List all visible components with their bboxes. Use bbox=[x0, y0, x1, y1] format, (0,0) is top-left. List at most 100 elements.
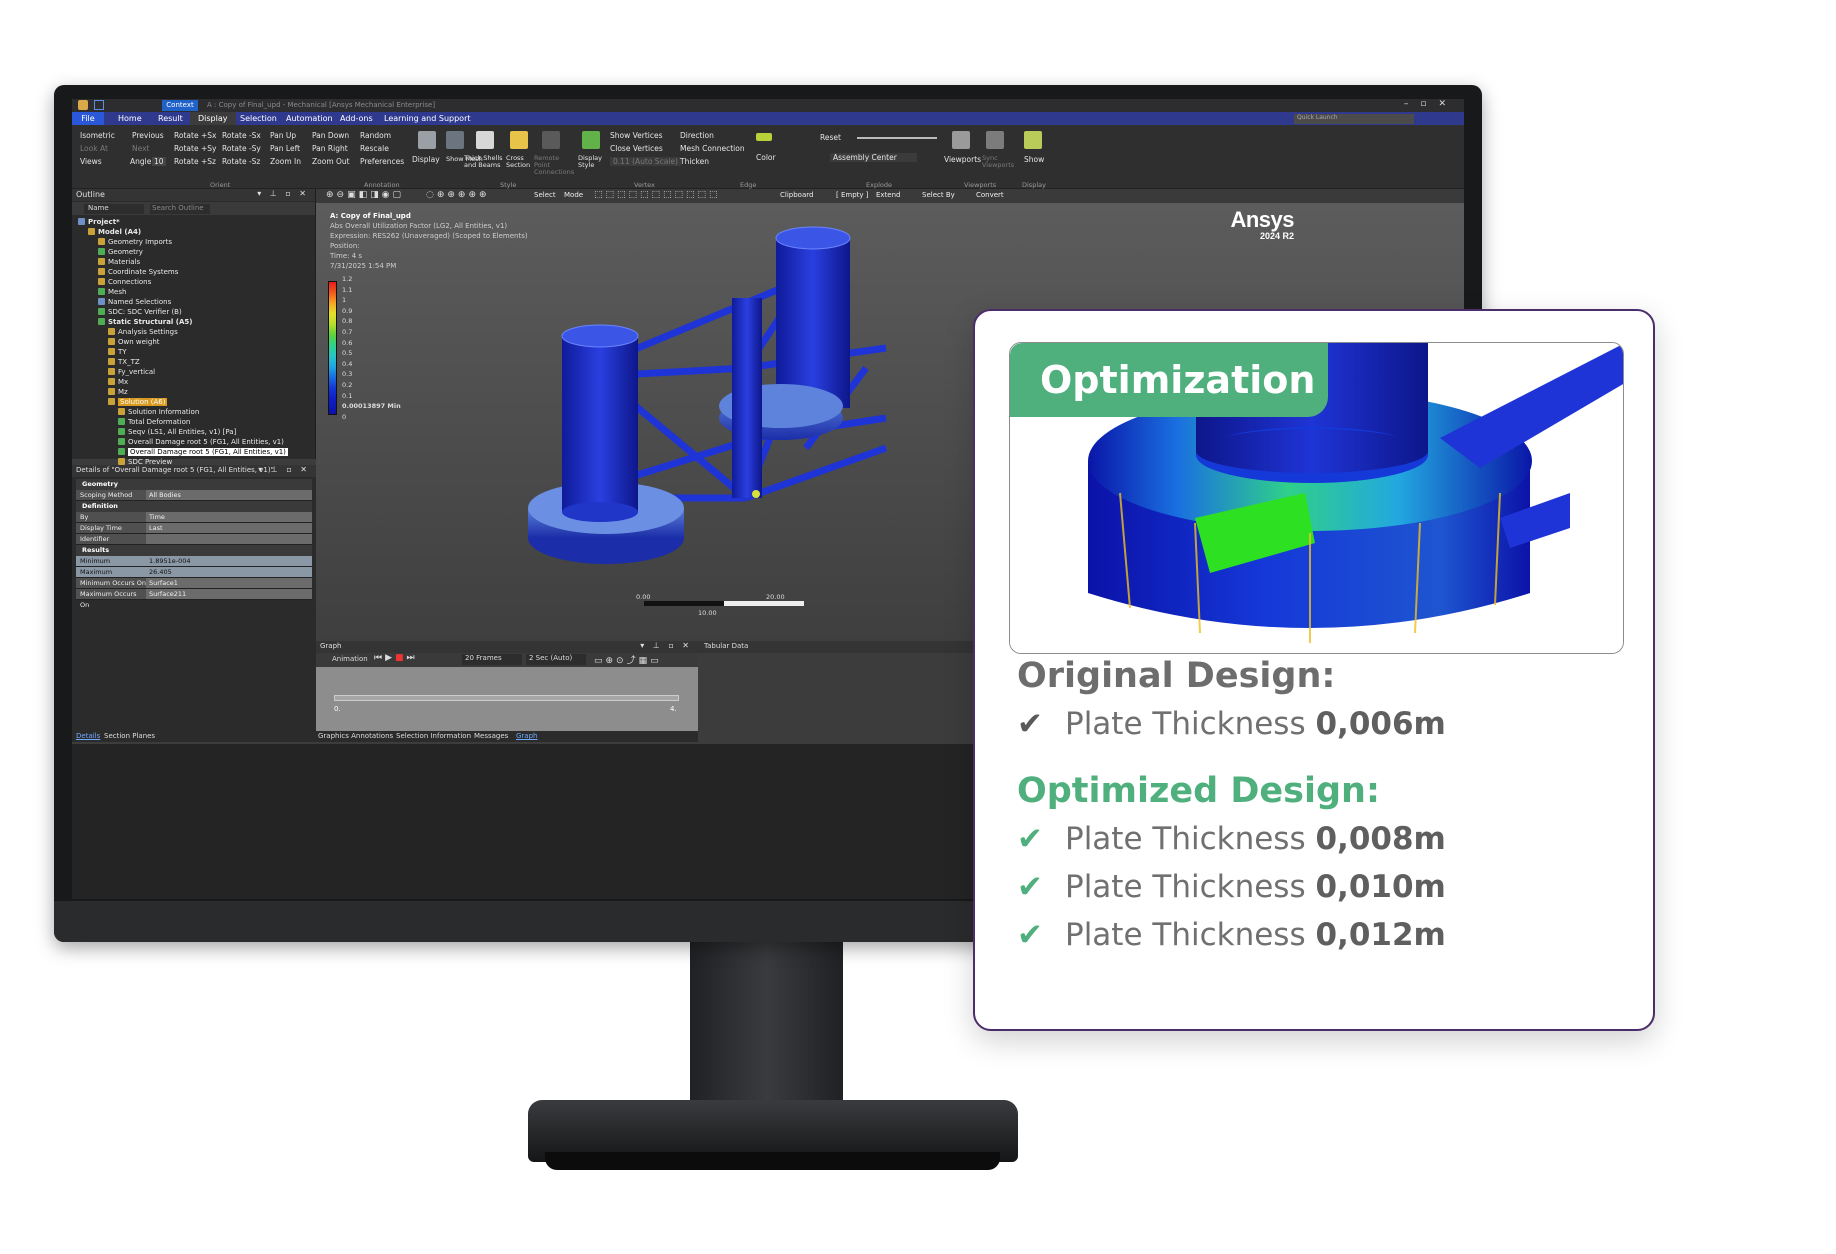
tree-item[interactable]: Overall Damage root 5 (FG1, All Entities… bbox=[78, 437, 288, 447]
tree-item[interactable]: Project* bbox=[78, 217, 288, 227]
tab-home[interactable]: Home bbox=[118, 114, 142, 123]
extend-button[interactable]: Extend bbox=[876, 191, 901, 199]
window-controls[interactable]: –▫✕ bbox=[1404, 99, 1458, 109]
tree-item[interactable]: Named Selections bbox=[78, 297, 288, 307]
tab-messages[interactable]: Messages bbox=[474, 732, 508, 740]
tree-item[interactable]: Coordinate Systems bbox=[78, 267, 288, 277]
tab-add-ons[interactable]: Add-ons bbox=[340, 114, 373, 123]
views-button[interactable]: Views bbox=[80, 157, 102, 166]
tab-details[interactable]: Details bbox=[76, 732, 100, 740]
rotate-neg-sy-button[interactable]: Rotate -Sy bbox=[222, 144, 261, 153]
random-button[interactable]: Random bbox=[360, 131, 391, 140]
pane-controls[interactable]: ▾ ⊥ ▫ ✕ bbox=[257, 189, 309, 198]
quick-launch-input[interactable]: Quick Launch bbox=[1294, 114, 1414, 124]
tree-item[interactable]: Static Structural (A5) bbox=[78, 317, 288, 327]
tree-item[interactable]: Mesh bbox=[78, 287, 288, 297]
tree-item[interactable]: Geometry Imports bbox=[78, 237, 288, 247]
details-row[interactable]: Minimum 1.8951e-004 bbox=[76, 556, 312, 567]
details-value[interactable]: Time bbox=[146, 512, 312, 522]
assembly-center-select[interactable]: Assembly Center bbox=[830, 153, 917, 162]
details-value[interactable]: Last bbox=[146, 523, 312, 533]
pan-left-button[interactable]: Pan Left bbox=[270, 144, 300, 153]
details-row[interactable]: By Time bbox=[76, 512, 312, 523]
details-section-header[interactable]: Definition bbox=[76, 501, 312, 512]
pan-up-button[interactable]: Pan Up bbox=[270, 131, 296, 140]
zoom-in-button[interactable]: Zoom In bbox=[270, 157, 301, 166]
cross-section-button[interactable]: Cross Section bbox=[506, 155, 532, 169]
angle-input[interactable]: 10 bbox=[152, 157, 166, 166]
quick-access-icon[interactable] bbox=[94, 100, 104, 110]
details-row[interactable]: Maximum Occurs On Surface211 bbox=[76, 589, 312, 609]
zoom-out-button[interactable]: Zoom Out bbox=[312, 157, 350, 166]
name-filter-select[interactable]: Name bbox=[84, 204, 144, 214]
outline-search-input[interactable]: Search Outline bbox=[150, 204, 210, 214]
edge-color-swatch[interactable] bbox=[756, 133, 772, 141]
tab-graphics-annotations[interactable]: Graphics Annotations bbox=[318, 732, 393, 740]
details-row[interactable]: Display Time Last bbox=[76, 523, 312, 534]
details-value[interactable]: 1.8951e-004 bbox=[146, 556, 312, 566]
clipboard-button[interactable]: Clipboard bbox=[780, 191, 813, 199]
isometric-button[interactable]: Isometric bbox=[80, 131, 115, 140]
frames-select[interactable]: 20 Frames bbox=[462, 654, 522, 665]
pan-right-button[interactable]: Pan Right bbox=[312, 144, 348, 153]
tree-item[interactable]: Model (A4) bbox=[78, 227, 288, 237]
details-row[interactable]: Identifier bbox=[76, 534, 312, 545]
tree-item[interactable]: Mx bbox=[78, 377, 288, 387]
tree-item[interactable]: Seqv (LS1, All Entities, v1) [Pa] bbox=[78, 427, 288, 437]
show-vertices-button[interactable]: Show Vertices bbox=[610, 131, 663, 140]
graph-tools-icon[interactable]: ▭⊕⊙⤴▦▭ bbox=[594, 653, 662, 666]
previous-button[interactable]: Previous bbox=[132, 131, 164, 140]
animation-timeline[interactable]: 0. 4. bbox=[316, 667, 698, 731]
next-button[interactable]: Next bbox=[132, 144, 149, 153]
offshore-structure-model[interactable] bbox=[506, 218, 926, 588]
tree-item[interactable]: Solution Information bbox=[78, 407, 288, 417]
duration-select[interactable]: 2 Sec (Auto) bbox=[526, 654, 586, 665]
playback-controls-icon[interactable]: ⏮▶■⏭ bbox=[374, 653, 418, 663]
details-row[interactable]: Scoping Method All Bodies bbox=[76, 490, 312, 501]
details-row[interactable]: Minimum Occurs On Surface1 bbox=[76, 578, 312, 589]
details-value[interactable]: Surface1 bbox=[146, 578, 312, 588]
tree-item[interactable]: Geometry bbox=[78, 247, 288, 257]
tree-item[interactable]: Mz bbox=[78, 387, 288, 397]
context-tab[interactable]: Context bbox=[162, 100, 198, 111]
tab-section-planes[interactable]: Section Planes bbox=[104, 732, 155, 740]
tree-item[interactable]: Total Deformation bbox=[78, 417, 288, 427]
show-button[interactable]: Show bbox=[1024, 155, 1044, 164]
zoom-tools-icon[interactable]: ⊕⊖▣◧◨◉▢ bbox=[326, 190, 404, 200]
tab-learning[interactable]: Learning and Support bbox=[384, 114, 471, 123]
rotate-pos-sz-button[interactable]: Rotate +Sz bbox=[174, 157, 216, 166]
tree-item[interactable]: Solution (A6) bbox=[78, 397, 288, 407]
tree-item[interactable]: TY bbox=[78, 347, 288, 357]
selection-filter-icon[interactable]: ⬚⬚⬚⬚⬚⬚⬚⬚⬚⬚⬚ bbox=[594, 190, 721, 200]
details-row[interactable]: Maximum 26.405 bbox=[76, 567, 312, 578]
mode-button[interactable]: Mode bbox=[564, 191, 583, 199]
remote-point-button[interactable]: Remote Point Connections bbox=[534, 155, 574, 176]
details-section-header[interactable]: Results bbox=[76, 545, 312, 556]
tab-automation[interactable]: Automation bbox=[286, 114, 333, 123]
convert-button[interactable]: Convert bbox=[976, 191, 1004, 199]
details-value[interactable]: All Bodies bbox=[146, 490, 312, 500]
tree-item[interactable]: Fy_vertical bbox=[78, 367, 288, 377]
tree-item[interactable]: SDC: SDC Verifier (B) bbox=[78, 307, 288, 317]
tree-item[interactable]: Connections bbox=[78, 277, 288, 287]
rotate-neg-sz-button[interactable]: Rotate -Sz bbox=[222, 157, 260, 166]
timeline-axis[interactable] bbox=[334, 695, 679, 701]
tab-graph[interactable]: Graph bbox=[516, 732, 537, 740]
tab-selection-information[interactable]: Selection Information bbox=[396, 732, 471, 740]
tree-item[interactable]: Analysis Settings bbox=[78, 327, 288, 337]
view-tools-icon[interactable]: ◌⊕⊕⊕⊕⊕ bbox=[426, 190, 490, 200]
thick-shells-button[interactable]: Thick Shells and Beams bbox=[464, 155, 504, 169]
details-value[interactable]: 26.405 bbox=[146, 567, 312, 577]
explode-slider[interactable] bbox=[857, 137, 937, 139]
color-button[interactable]: Color bbox=[756, 153, 776, 162]
pan-down-button[interactable]: Pan Down bbox=[312, 131, 349, 140]
viewports-button[interactable]: Viewports bbox=[944, 155, 981, 164]
close-vertices-button[interactable]: Close Vertices bbox=[610, 144, 663, 153]
tree-item[interactable]: Own weight bbox=[78, 337, 288, 347]
select-button[interactable]: Select bbox=[534, 191, 556, 199]
mesh-connection-button[interactable]: Mesh Connection bbox=[680, 144, 745, 153]
reset-button[interactable]: Reset bbox=[820, 133, 841, 142]
direction-button[interactable]: Direction bbox=[680, 131, 714, 140]
preferences-button[interactable]: Preferences bbox=[360, 157, 404, 166]
tab-display[interactable]: Display bbox=[190, 112, 236, 125]
